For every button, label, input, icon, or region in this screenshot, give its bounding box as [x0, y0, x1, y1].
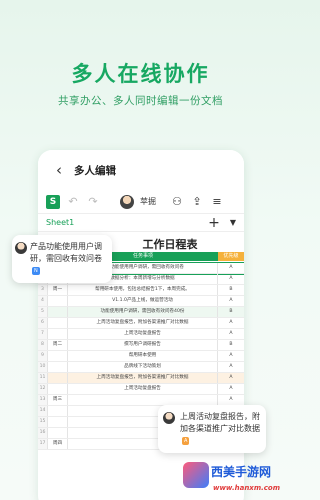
- priority-cell[interactable]: A: [218, 373, 244, 383]
- day-cell[interactable]: [48, 428, 68, 438]
- day-cell[interactable]: 周二: [48, 340, 68, 350]
- day-cell[interactable]: [48, 307, 68, 317]
- add-sheet-icon[interactable]: +: [208, 215, 220, 231]
- task-cell[interactable]: [68, 395, 218, 405]
- priority-cell[interactable]: B: [218, 307, 244, 317]
- row-number[interactable]: 15: [38, 417, 48, 427]
- day-cell[interactable]: [48, 417, 68, 427]
- priority-cell[interactable]: A: [218, 329, 244, 339]
- day-cell[interactable]: [48, 406, 68, 416]
- comment-text: 产品功能使用用户调研，需回收有效问卷: [30, 242, 102, 263]
- row-number[interactable]: 6: [38, 318, 48, 328]
- table-row[interactable]: 4 V1.1.0产品上线，做运营活动 A: [38, 296, 244, 307]
- day-cell[interactable]: [48, 351, 68, 361]
- task-cell[interactable]: 功能使用用户调研，需回收有效问卷40份: [68, 307, 218, 317]
- day-cell[interactable]: [48, 373, 68, 383]
- document-title: 多人编辑: [74, 164, 116, 177]
- table-row[interactable]: 11 上周活动复盘报告，附加各渠道推广对比数据 A: [38, 373, 244, 384]
- column-header-priority: 优先级: [218, 252, 244, 261]
- comment-bubble-1[interactable]: 产品功能使用用户调研，需回收有效问卷 N: [12, 235, 112, 283]
- row-number[interactable]: 5: [38, 307, 48, 317]
- comment-bubble-2[interactable]: 上周活动复盘报告，附加各渠道推广对比数据 A: [158, 405, 266, 453]
- share-icon[interactable]: ⇪: [190, 195, 204, 208]
- priority-cell[interactable]: A: [218, 274, 244, 284]
- watermark-url: www.hanxm.com: [213, 484, 281, 492]
- undo-icon[interactable]: ↶: [66, 195, 80, 208]
- watermark-title: 西美手游网: [211, 465, 272, 479]
- table-row[interactable]: 5 功能使用用户调研，需回收有效问卷40份 B: [38, 307, 244, 318]
- row-number[interactable]: 10: [38, 362, 48, 372]
- priority-cell[interactable]: A: [218, 362, 244, 372]
- day-cell[interactable]: [48, 318, 68, 328]
- priority-cell[interactable]: A: [218, 384, 244, 394]
- priority-cell[interactable]: B: [218, 285, 244, 295]
- row-number[interactable]: 4: [38, 296, 48, 306]
- sheets-logo-icon: S: [46, 194, 60, 209]
- task-cell[interactable]: V1.1.0产品上线，做运营活动: [68, 296, 218, 306]
- toolbar: S ↶ ↷ 苹掘 ⚇ ⇪ ≡: [38, 190, 244, 214]
- task-cell[interactable]: 上周活动复盘报告: [68, 384, 218, 394]
- row-number[interactable]: 9: [38, 351, 48, 361]
- table-row[interactable]: 10 品牌线下活动策划 A: [38, 362, 244, 373]
- day-cell[interactable]: [48, 296, 68, 306]
- priority-cell[interactable]: A: [218, 296, 244, 306]
- day-cell[interactable]: [48, 362, 68, 372]
- row-number[interactable]: 11: [38, 373, 48, 383]
- comment-tag: N: [32, 266, 40, 275]
- add-user-icon[interactable]: ⚇: [170, 195, 184, 208]
- row-number[interactable]: 8: [38, 340, 48, 350]
- avatar: [14, 241, 28, 255]
- sheet-title: 工作日程表: [142, 238, 198, 251]
- row-number[interactable]: 7: [38, 329, 48, 339]
- table-row[interactable]: 13 周三 A: [38, 395, 244, 406]
- hero-subtitle: 共享办公、多人同时编辑一份文档: [58, 95, 223, 107]
- row-number[interactable]: 17: [38, 439, 48, 449]
- day-cell[interactable]: [48, 329, 68, 339]
- row-number[interactable]: 12: [38, 384, 48, 394]
- comment-tag: A: [182, 436, 190, 445]
- dropdown-icon[interactable]: ▼: [230, 218, 236, 227]
- row-number[interactable]: 14: [38, 406, 48, 416]
- day-cell[interactable]: 周三: [48, 395, 68, 405]
- task-cell[interactable]: 撰写用户调研报告: [68, 340, 218, 350]
- priority-cell[interactable]: A: [218, 318, 244, 328]
- back-arrow-icon[interactable]: ‹: [44, 161, 74, 179]
- table-row[interactable]: 12 上周活动复盘报告 A: [38, 384, 244, 395]
- sheet-bar: Sheet1 + ▼: [38, 214, 244, 232]
- avatar: [120, 194, 134, 209]
- row-number[interactable]: 3: [38, 285, 48, 295]
- table-row[interactable]: 9 帮用研本使用 A: [38, 351, 244, 362]
- task-cell[interactable]: 上周活动复盘报告，附加各渠道推广对比数据: [68, 373, 218, 383]
- hero-title: 多人在线协作: [71, 62, 210, 86]
- task-cell[interactable]: 上周活动复盘报告，附加各渠道推广对比数据: [68, 318, 218, 328]
- user-name: 苹掘: [140, 197, 156, 206]
- day-cell[interactable]: [48, 384, 68, 394]
- priority-cell[interactable]: B: [218, 340, 244, 350]
- day-cell[interactable]: 周四: [48, 439, 68, 449]
- task-cell[interactable]: 品牌线下活动策划: [68, 362, 218, 372]
- row-number[interactable]: 16: [38, 428, 48, 438]
- watermark-logo-icon: [183, 462, 209, 488]
- table-row[interactable]: 7 上周活动复盘报告 A: [38, 329, 244, 340]
- avatar: [162, 411, 176, 425]
- priority-cell[interactable]: A: [218, 395, 244, 405]
- row-number[interactable]: 13: [38, 395, 48, 405]
- table-row[interactable]: 3 周一 帮用研本使用，包括总结报告1下，本周完成。 B: [38, 285, 244, 296]
- tab-sheet1[interactable]: Sheet1: [46, 218, 74, 227]
- day-cell[interactable]: 周一: [48, 285, 68, 295]
- table-row[interactable]: 6 上周活动复盘报告，附加各渠道推广对比数据 A: [38, 318, 244, 329]
- task-cell[interactable]: 帮用研本使用，包括总结报告1下，本周完成。: [68, 285, 218, 295]
- redo-icon[interactable]: ↷: [86, 195, 100, 208]
- task-cell[interactable]: 帮用研本使用: [68, 351, 218, 361]
- watermark: 西美手游网 www.hanxm.com: [183, 462, 281, 498]
- task-cell[interactable]: 上周活动复盘报告: [68, 329, 218, 339]
- table-row[interactable]: 8 周二 撰写用户调研报告 B: [38, 340, 244, 351]
- app-header: ‹ 多人编辑: [38, 150, 244, 190]
- menu-icon[interactable]: ≡: [210, 195, 224, 208]
- priority-cell[interactable]: A: [218, 263, 244, 273]
- comment-text: 上周活动复盘报告，附加各渠道推广对比数据: [180, 412, 260, 433]
- priority-cell[interactable]: A: [218, 351, 244, 361]
